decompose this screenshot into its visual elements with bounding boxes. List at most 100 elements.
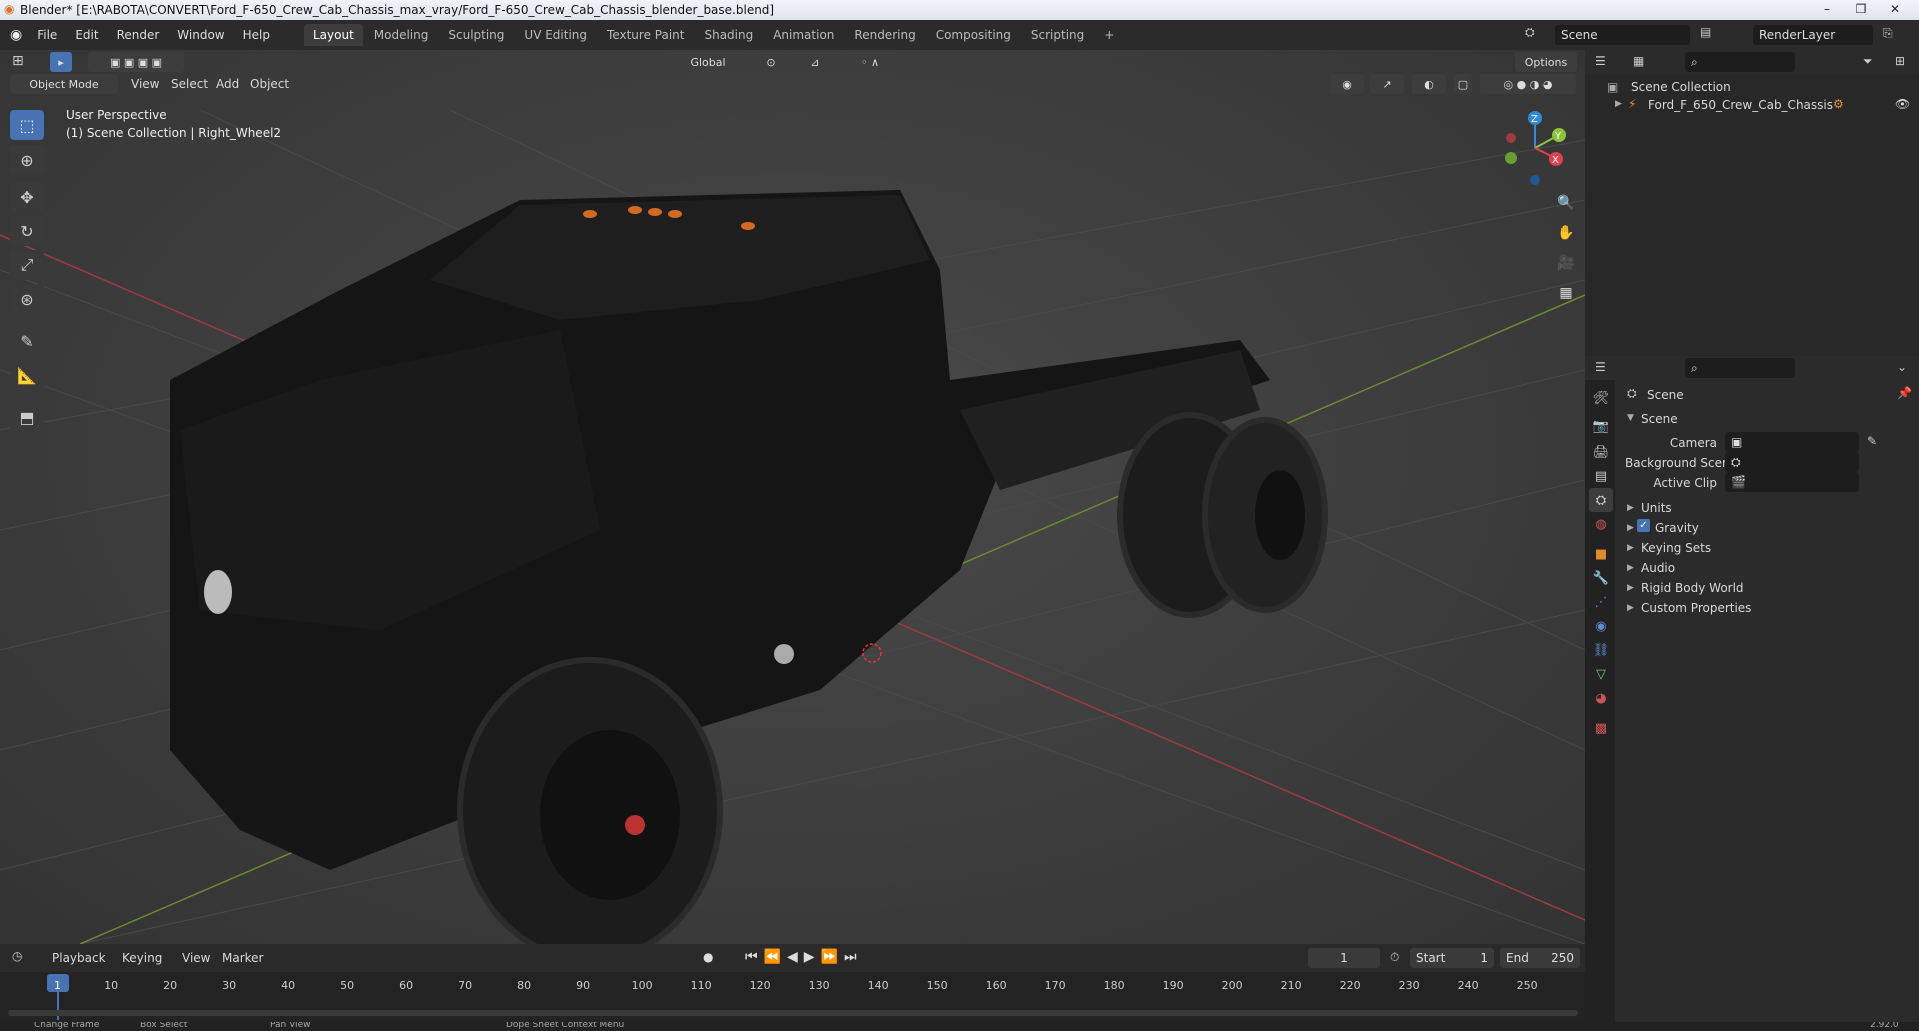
menu-timeline-view[interactable]: View: [182, 951, 210, 965]
scale-tool[interactable]: ⤢: [10, 250, 44, 280]
select-box-tool[interactable]: ⬚: [10, 110, 44, 140]
menu-window[interactable]: Window: [168, 28, 233, 42]
tab-sculpting[interactable]: Sculpting: [439, 24, 513, 46]
proportional-edit-icon[interactable]: ◦ ∧: [846, 52, 894, 72]
gravity-checkbox[interactable]: ✓: [1637, 519, 1650, 532]
add-workspace-button[interactable]: +: [1095, 24, 1123, 46]
units-expand-icon[interactable]: ▶: [1627, 503, 1634, 513]
constraints-tab-icon[interactable]: ⛓: [1589, 638, 1613, 662]
keying-sets-expand-icon[interactable]: ▶: [1627, 543, 1634, 553]
tool-tab-icon[interactable]: 🛠: [1589, 386, 1613, 410]
3d-viewport[interactable]: ⊞ ▸ ▣ ▣ ▣ ▣ Global ⊙ ⊿ ◦ ∧ Options Objec…: [0, 50, 1585, 944]
annotate-tool[interactable]: ✎: [10, 326, 44, 356]
current-frame-field[interactable]: 1: [1308, 948, 1380, 968]
panel-units[interactable]: Units: [1641, 501, 1672, 515]
panel-rigid-body-world[interactable]: Rigid Body World: [1641, 581, 1744, 595]
tab-texture-paint[interactable]: Texture Paint: [598, 24, 693, 46]
camera-view-icon[interactable]: 🎥: [1553, 250, 1579, 276]
tab-animation[interactable]: Animation: [764, 24, 843, 46]
selection-mode-icons[interactable]: ▣ ▣ ▣ ▣: [88, 52, 184, 72]
menu-select[interactable]: Select: [171, 77, 208, 91]
maximize-button[interactable]: ❐: [1847, 1, 1875, 18]
playback-controls-icon[interactable]: ⏮⏪◀▶⏩⏭: [745, 949, 863, 965]
tab-scripting[interactable]: Scripting: [1022, 24, 1093, 46]
world-tab-icon[interactable]: ◍: [1589, 512, 1613, 536]
display-mode-icon[interactable]: ▦: [1633, 54, 1644, 68]
filter-icon[interactable]: ⏷: [1863, 54, 1873, 69]
overlay-icon[interactable]: ◐: [1412, 74, 1446, 94]
scene-selector[interactable]: Scene: [1555, 25, 1690, 45]
active-clip-field[interactable]: 🎬: [1725, 472, 1859, 492]
gravity-expand-icon[interactable]: ▶: [1627, 523, 1634, 533]
outliner-editor-icon[interactable]: ☰: [1595, 54, 1606, 68]
menu-keying[interactable]: Keying: [122, 951, 162, 965]
navigation-gizmo[interactable]: Z Y X: [1495, 108, 1575, 188]
menu-view[interactable]: View: [131, 77, 159, 91]
render-tab-icon[interactable]: 📷: [1589, 414, 1613, 438]
panel-keying-sets[interactable]: Keying Sets: [1641, 541, 1711, 555]
measure-tool[interactable]: 📐: [10, 360, 44, 390]
rotate-tool[interactable]: ↻: [10, 216, 44, 246]
select-tool-icon[interactable]: ▸: [50, 52, 72, 72]
minimize-button[interactable]: –: [1813, 1, 1841, 18]
snap-icon[interactable]: ⊿: [790, 52, 840, 72]
eyedropper-icon[interactable]: ✎: [1867, 434, 1877, 448]
pan-icon[interactable]: ✋: [1553, 220, 1579, 246]
outliner-root-label[interactable]: Scene Collection: [1631, 80, 1731, 94]
new-layer-icon[interactable]: ⎘: [1883, 26, 1893, 41]
props-options-icon[interactable]: ⌄: [1897, 360, 1907, 374]
record-icon[interactable]: ●: [703, 950, 713, 964]
tab-layout[interactable]: Layout: [303, 24, 363, 46]
xray-icon[interactable]: ▢: [1454, 74, 1472, 94]
tab-rendering[interactable]: Rendering: [845, 24, 924, 46]
truck-model[interactable]: [170, 190, 1328, 944]
rigid-body-expand-icon[interactable]: ▶: [1627, 583, 1634, 593]
outliner-search-field[interactable]: ⌕: [1685, 52, 1795, 72]
timeline-scrollbar[interactable]: [8, 1010, 1578, 1016]
menu-file[interactable]: File: [28, 28, 66, 42]
end-frame-field[interactable]: End 250: [1500, 948, 1580, 968]
particles-tab-icon[interactable]: ⋰: [1589, 590, 1613, 614]
background-scene-field[interactable]: ⛭: [1725, 452, 1859, 472]
section-expand-icon[interactable]: ▼: [1627, 413, 1634, 423]
cursor-tool[interactable]: ⊕: [10, 145, 44, 175]
data-tab-icon[interactable]: ▽: [1589, 662, 1613, 686]
eye-icon[interactable]: 👁: [1895, 97, 1910, 111]
options-dropdown[interactable]: Options: [1515, 52, 1577, 72]
menu-edit[interactable]: Edit: [66, 28, 107, 42]
outliner-item-label[interactable]: Ford_F_650_Crew_Cab_Chassis: [1648, 98, 1833, 112]
menu-marker[interactable]: Marker: [222, 951, 263, 965]
transform-tool[interactable]: ⊛: [10, 284, 44, 314]
menu-add[interactable]: Add: [216, 77, 239, 91]
properties-editor-icon[interactable]: ☰: [1595, 360, 1606, 374]
panel-custom-properties[interactable]: Custom Properties: [1641, 601, 1751, 615]
ortho-grid-icon[interactable]: ▦: [1553, 280, 1579, 306]
texture-tab-icon[interactable]: ▩: [1589, 716, 1613, 740]
scene-section-label[interactable]: Scene: [1641, 412, 1678, 426]
audio-expand-icon[interactable]: ▶: [1627, 563, 1634, 573]
gizmo-toggle-icon[interactable]: ↗: [1370, 74, 1404, 94]
orientation-dropdown[interactable]: Global: [668, 52, 748, 72]
mode-dropdown[interactable]: Object Mode: [10, 74, 118, 94]
scene-tab-icon[interactable]: ⛭: [1589, 488, 1613, 512]
renderlayer-selector[interactable]: RenderLayer: [1753, 25, 1873, 45]
menu-help[interactable]: Help: [234, 28, 279, 42]
zoom-icon[interactable]: 🔍: [1553, 190, 1579, 216]
menu-render[interactable]: Render: [108, 28, 169, 42]
output-tab-icon[interactable]: 🖨: [1589, 440, 1613, 464]
move-tool[interactable]: ✥: [10, 182, 44, 212]
timeline-editor-icon[interactable]: ◷: [12, 949, 22, 963]
modifiers-tab-icon[interactable]: 🔧: [1589, 566, 1613, 590]
menu-object[interactable]: Object: [250, 77, 289, 91]
panel-audio[interactable]: Audio: [1641, 561, 1675, 575]
tab-modeling[interactable]: Modeling: [365, 24, 438, 46]
pin-icon[interactable]: 📌: [1897, 386, 1912, 400]
blender-menu-icon[interactable]: ◉: [10, 27, 22, 43]
panel-gravity[interactable]: Gravity: [1655, 521, 1699, 535]
menu-playback[interactable]: Playback: [52, 951, 106, 965]
start-frame-field[interactable]: Start 1: [1410, 948, 1494, 968]
properties-search-field[interactable]: ⌕: [1685, 358, 1795, 378]
tab-uv-editing[interactable]: UV Editing: [515, 24, 596, 46]
object-tab-icon[interactable]: ■: [1589, 542, 1613, 566]
pivot-icon[interactable]: ⊙: [756, 52, 786, 72]
